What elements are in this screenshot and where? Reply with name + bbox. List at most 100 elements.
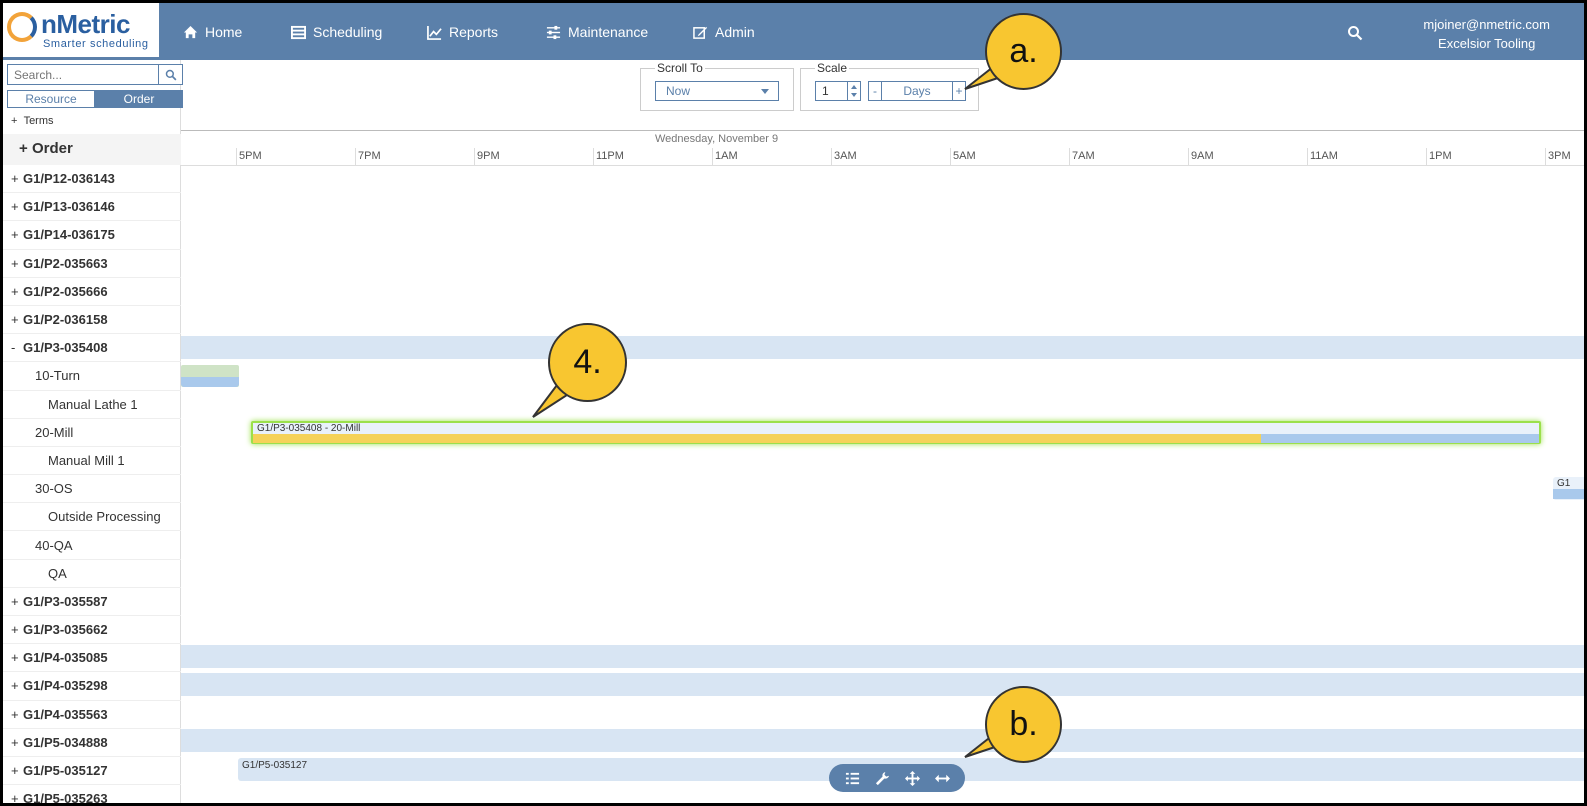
left-panel: Resource Order + Terms + Order +G1/P12-0… — [3, 60, 183, 803]
plus-icon: + — [19, 140, 28, 157]
nav-admin-label: Admin — [715, 24, 755, 40]
nav-scheduling[interactable]: Scheduling — [291, 24, 382, 40]
edit-icon — [693, 26, 708, 39]
expand-horizontal-icon[interactable] — [934, 771, 950, 786]
order-band-g1-p4-035085[interactable] — [181, 645, 1584, 668]
resource-row[interactable]: Manual Lathe 1 — [3, 391, 181, 419]
order-row[interactable]: + G1/P4-035085 — [3, 644, 181, 673]
calendar-list-icon — [291, 25, 306, 39]
os-bar-label: G1 — [1557, 478, 1571, 489]
row-label: G1/P3-035587 — [23, 593, 108, 609]
operation-row[interactable]: 10-Turn — [3, 362, 181, 391]
scroll-to-label: Scroll To — [655, 61, 705, 75]
expand-icon[interactable]: + — [11, 594, 23, 609]
expand-icon[interactable]: + — [11, 707, 23, 722]
expand-icon[interactable]: + — [11, 171, 23, 186]
hour-tick: 3PM — [1545, 148, 1571, 166]
scale-unit-control: - Days + — [868, 81, 966, 101]
hour-tick: 11AM — [1307, 148, 1338, 166]
nav-reports[interactable]: Reports — [427, 24, 498, 40]
operation-row[interactable]: 20-Mill — [3, 419, 181, 447]
company-name: Excelsior Tooling — [1438, 36, 1536, 51]
resource-row[interactable]: QA — [3, 560, 181, 588]
row-label: G1/P4-035298 — [23, 678, 108, 694]
order-row[interactable]: + G1/P5-035127 — [3, 757, 181, 786]
row-label: G1/P3-035408 — [23, 340, 108, 356]
nav-scheduling-label: Scheduling — [313, 24, 383, 40]
nav-admin[interactable]: Admin — [693, 24, 755, 40]
order-row[interactable]: - G1/P3-035408 — [3, 334, 181, 363]
expand-icon[interactable]: + — [11, 284, 23, 299]
order-row[interactable]: + G1/P2-035666 — [3, 278, 181, 306]
order-row[interactable]: + G1/P4-035298 — [3, 672, 181, 701]
operation-row[interactable]: 40-QA — [3, 531, 181, 560]
logo-tagline: Smarter scheduling — [43, 38, 149, 50]
order-row[interactable]: + G1/P3-035662 — [3, 616, 181, 645]
user-email: mjoiner@nmetric.com — [1423, 17, 1550, 32]
expand-icon[interactable]: + — [11, 227, 23, 242]
order-row[interactable]: + G1/P5-035263 — [3, 785, 181, 803]
search-icon[interactable] — [1347, 25, 1363, 41]
nav-home-label: Home — [205, 24, 243, 40]
order-row[interactable]: + G1/P3-035587 — [3, 588, 181, 616]
order-header[interactable]: + Order — [3, 134, 181, 165]
scale-number-input[interactable]: 1 — [815, 81, 861, 101]
move-icon[interactable] — [904, 770, 920, 786]
expand-icon[interactable]: + — [11, 199, 23, 214]
scale-spinner[interactable] — [847, 82, 860, 100]
hour-tick: 3AM — [831, 148, 857, 166]
order-row[interactable]: + G1/P13-036146 — [3, 193, 181, 222]
scale-minus-button[interactable]: - — [869, 82, 882, 100]
logo-ring-icon — [7, 12, 37, 42]
search-input[interactable] — [8, 65, 158, 84]
expand-icon[interactable]: + — [11, 256, 23, 271]
resource-row[interactable]: Manual Mill 1 — [3, 447, 181, 476]
logo[interactable]: nMetric Smarter scheduling — [3, 3, 159, 57]
collapse-icon[interactable]: - — [11, 340, 23, 355]
expand-icon[interactable]: + — [11, 678, 23, 693]
order-row[interactable]: + G1/P2-036158 — [3, 306, 181, 335]
mill-remaining-bar — [1261, 434, 1539, 443]
expand-icon[interactable]: + — [11, 791, 23, 803]
order-band-g1-p5-034888[interactable] — [181, 729, 1584, 752]
hour-tick: 5PM — [236, 148, 262, 166]
expand-icon[interactable]: + — [11, 763, 23, 778]
hour-tick: 7AM — [1069, 148, 1095, 166]
order-row[interactable]: + G1/P4-035563 — [3, 701, 181, 729]
spinner-arrows-icon — [851, 85, 857, 97]
scale-group: Scale 1 - Days + — [800, 61, 979, 111]
operation-row[interactable]: 30-OS — [3, 475, 181, 504]
expand-icon[interactable]: + — [11, 312, 23, 327]
hour-tick: 9PM — [474, 148, 500, 166]
order-row[interactable]: + G1/P14-036175 — [3, 221, 181, 250]
order-band-g1-p3-035408[interactable] — [181, 336, 1584, 359]
order-row[interactable]: + G1/P12-036143 — [3, 165, 181, 194]
mill-op-bar[interactable]: G1/P3-035408 - 20-Mill — [251, 421, 1541, 444]
nav-maintenance[interactable]: Maintenance — [546, 24, 648, 40]
row-label: 10-Turn — [35, 368, 81, 384]
scroll-to-select[interactable]: Now — [655, 81, 779, 101]
os-op-bar[interactable]: G1 — [1553, 477, 1584, 500]
terms-label: Terms — [23, 115, 54, 127]
terms-toggle[interactable]: + Terms — [11, 115, 54, 127]
nav-home[interactable]: Home — [183, 24, 242, 40]
scale-unit-value[interactable]: Days — [882, 82, 952, 100]
toggle-order[interactable]: Order — [95, 90, 183, 108]
turn-remaining-bar — [181, 377, 239, 387]
expand-icon[interactable]: + — [11, 622, 23, 637]
order-header-label: Order — [31, 140, 73, 157]
expand-icon[interactable]: + — [11, 735, 23, 750]
gantt-chart[interactable]: Wednesday, November 9 5PM 7PM 9PM 11PM 1AM 3A… — [181, 112, 1584, 803]
toggle-resource[interactable]: Resource — [7, 90, 95, 108]
search-button[interactable] — [158, 65, 182, 84]
expand-icon[interactable]: + — [11, 650, 23, 665]
order-row[interactable]: + G1/P5-034888 — [3, 729, 181, 757]
wrench-icon[interactable] — [875, 771, 890, 786]
turn-op-bar[interactable] — [181, 365, 239, 387]
order-band-g1-p4-035298[interactable] — [181, 673, 1584, 696]
list-icon[interactable] — [845, 771, 860, 786]
order-row[interactable]: + G1/P2-035663 — [3, 250, 181, 278]
resource-row[interactable]: Outside Processing — [3, 503, 181, 532]
home-icon — [183, 25, 198, 38]
user-info[interactable]: mjoiner@nmetric.com Excelsior Tooling — [1423, 15, 1550, 53]
